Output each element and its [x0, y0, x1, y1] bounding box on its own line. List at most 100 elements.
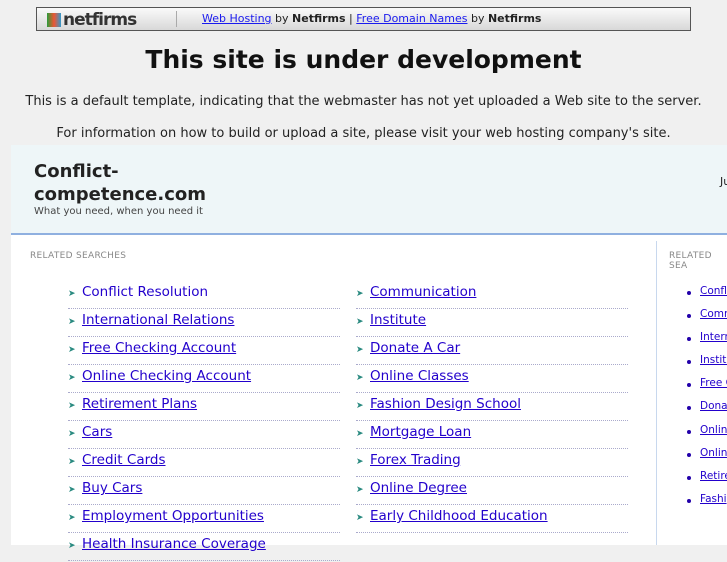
side-search-link[interactable]: Fashi	[700, 493, 727, 505]
side-search-link[interactable]: Comm	[700, 308, 727, 320]
header-right-text: Ju	[720, 175, 727, 188]
related-search-link[interactable]: Fashion Design School	[370, 396, 521, 412]
netfirms-logo-icon	[47, 13, 61, 27]
arrow-icon: ➤	[356, 429, 364, 439]
related-searches-right: ➤ Communication ➤ Institute ➤ Donate A Car ➤ On…	[356, 282, 628, 534]
related-search-link[interactable]: Mortgage Loan	[370, 424, 471, 440]
related-search-item: ➤ Credit Cards	[68, 450, 340, 477]
related-searches-label: RELATED SEARCHES	[30, 251, 127, 261]
arrow-icon: ➤	[356, 457, 364, 467]
bullet-icon	[687, 452, 691, 457]
netfirms-logo[interactable]: netfirms	[47, 10, 137, 30]
tagline: What you need, when you need it	[34, 206, 203, 217]
arrow-icon: ➤	[68, 317, 76, 327]
banner-links: Web Hosting by Netfirms | Free Domain Na…	[202, 12, 541, 25]
arrow-icon: ➤	[356, 401, 364, 411]
arrow-icon: ➤	[68, 485, 76, 495]
related-search-link[interactable]: Communication	[370, 284, 476, 300]
related-search-item: ➤ Health Insurance Coverage	[68, 534, 340, 561]
related-search-link[interactable]: Credit Cards	[82, 452, 166, 468]
divider	[176, 11, 177, 27]
bullet-icon	[687, 475, 691, 480]
column-divider	[656, 241, 657, 545]
related-search-link[interactable]: Online Classes	[370, 368, 469, 384]
info-line-1: This is a default template, indicating t…	[25, 94, 702, 109]
related-search-item: ➤ Donate A Car	[356, 338, 628, 365]
arrow-icon: ➤	[68, 345, 76, 355]
arrow-icon: ➤	[68, 457, 76, 467]
domain-name: Conflict-competence.com	[34, 161, 207, 205]
related-search-item: ➤ Fashion Design School	[356, 394, 628, 421]
arrow-icon: ➤	[356, 345, 364, 355]
side-search-link[interactable]: Free C	[700, 377, 727, 389]
brand-text: Netfirms	[487, 12, 542, 25]
related-search-link[interactable]: Forex Trading	[370, 452, 461, 468]
arrow-icon: ➤	[356, 317, 364, 327]
related-search-item: ➤ Forex Trading	[356, 450, 628, 477]
side-search-link[interactable]: Intern	[700, 331, 727, 343]
web-hosting-link[interactable]: Web Hosting	[202, 12, 272, 25]
related-search-item: ➤ Online Classes	[356, 366, 628, 393]
side-search-link[interactable]: Donat	[700, 400, 727, 412]
free-domain-names-link[interactable]: Free Domain Names	[356, 12, 467, 25]
related-search-link[interactable]: Cars	[82, 424, 112, 440]
arrow-icon: ➤	[68, 373, 76, 383]
related-search-item: ➤ Online Degree	[356, 478, 628, 505]
bullet-icon	[687, 314, 691, 319]
related-searches-left: ➤ Conflict Resolution ➤ International Relat…	[68, 282, 340, 562]
arrow-icon: ➤	[356, 373, 364, 383]
related-search-link[interactable]: Institute	[370, 312, 426, 328]
arrow-icon: ➤	[68, 513, 76, 523]
parked-domain-panel: Conflict-competence.com What you need, w…	[11, 145, 727, 561]
arrow-icon: ➤	[356, 513, 364, 523]
netfirms-banner: netfirms Web Hosting by Netfirms | Free …	[36, 7, 691, 31]
arrow-icon: ➤	[68, 289, 76, 299]
side-search-link[interactable]: Confl	[700, 285, 727, 297]
bullet-icon	[687, 406, 691, 411]
related-search-item: ➤ Mortgage Loan	[356, 422, 628, 449]
by-text: by	[467, 12, 488, 25]
bullet-icon	[687, 360, 691, 365]
side-search-link[interactable]: Onlin	[700, 424, 727, 436]
side-search-link[interactable]: Institu	[700, 354, 727, 366]
related-search-item: ➤ Cars	[68, 422, 340, 449]
related-search-link[interactable]: Donate A Car	[370, 340, 460, 356]
arrow-icon: ➤	[356, 485, 364, 495]
arrow-icon: ➤	[68, 541, 76, 551]
related-search-link[interactable]: Employment Opportunities	[82, 508, 264, 524]
bullet-icon	[687, 291, 691, 295]
related-search-item: ➤ Employment Opportunities	[68, 506, 340, 533]
domain-header: Conflict-competence.com What you need, w…	[11, 145, 727, 235]
related-search-item: ➤ International Relations	[68, 310, 340, 337]
related-search-link[interactable]: Free Checking Account	[82, 340, 236, 356]
related-search-item: ➤ Retirement Plans	[68, 394, 340, 421]
related-search-link[interactable]: Retirement Plans	[82, 396, 197, 412]
related-search-item: ➤ Communication	[356, 282, 628, 309]
by-text: by	[271, 12, 293, 25]
arrow-icon: ➤	[356, 289, 364, 299]
related-search-link[interactable]: International Relations	[82, 312, 234, 328]
side-search-link[interactable]: Retire	[700, 470, 727, 482]
page-title: This site is under development	[145, 45, 582, 74]
bullet-icon	[687, 383, 691, 388]
arrow-icon: ➤	[68, 401, 76, 411]
related-search-link[interactable]: Conflict Resolution	[82, 284, 208, 300]
pipe-separator: |	[345, 12, 357, 25]
bullet-icon	[687, 337, 691, 342]
related-searches-label-side: RELATED SEA	[669, 251, 712, 271]
related-search-link[interactable]: Buy Cars	[82, 480, 142, 496]
side-search-link[interactable]: Onlin	[700, 447, 727, 459]
related-search-item: ➤ Institute	[356, 310, 628, 337]
bullet-icon	[687, 498, 691, 503]
related-search-link[interactable]: Early Childhood Education	[370, 508, 548, 524]
related-search-item: ➤ Free Checking Account	[68, 338, 340, 365]
related-search-link[interactable]: Online Degree	[370, 480, 467, 496]
related-search-item: ➤ Buy Cars	[68, 478, 340, 505]
brand-text: Netfirms	[292, 12, 346, 25]
related-search-link[interactable]: Health Insurance Coverage	[82, 536, 266, 552]
related-search-link[interactable]: Online Checking Account	[82, 368, 251, 384]
related-search-item: ➤ Early Childhood Education	[356, 506, 628, 533]
arrow-icon: ➤	[68, 429, 76, 439]
related-search-item: ➤ Conflict Resolution	[68, 282, 340, 309]
bullet-icon	[687, 429, 691, 434]
